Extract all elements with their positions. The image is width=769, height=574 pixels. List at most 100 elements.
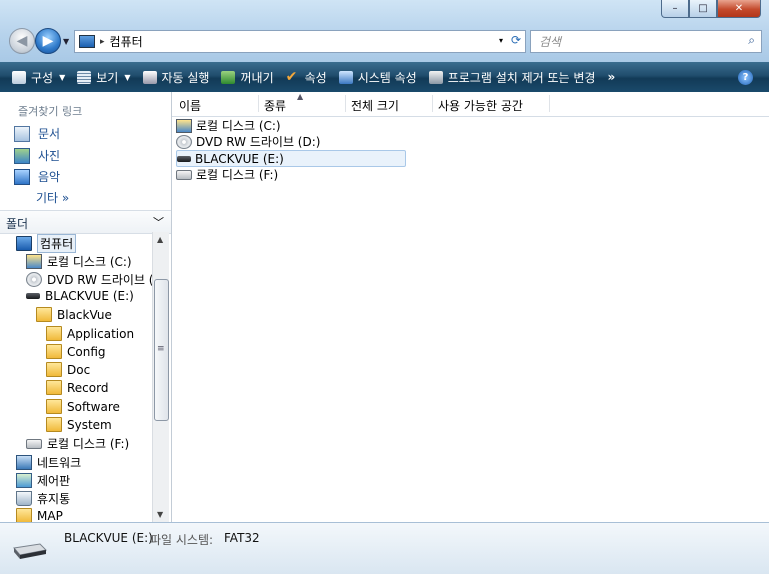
tree-item-control-panel[interactable]: 제어판 xyxy=(16,472,70,489)
folders-header[interactable]: 폴더 ﹀ xyxy=(0,210,171,234)
column-divider[interactable] xyxy=(258,95,259,112)
favorite-music[interactable]: 음악 xyxy=(14,168,60,185)
breadcrumb-computer[interactable]: 컴퓨터 xyxy=(110,33,143,50)
tree-item-computer[interactable]: 컴퓨터 xyxy=(16,234,77,253)
tree-item-config[interactable]: Config xyxy=(46,344,106,359)
tree-item-label: Config xyxy=(67,344,106,359)
history-dropdown-button[interactable]: ▼ xyxy=(63,37,69,46)
tree-item-label: 네트워크 xyxy=(37,456,82,470)
folder-icon xyxy=(16,508,32,522)
column-divider[interactable] xyxy=(549,95,550,112)
views-button[interactable]: 보기 ▼ xyxy=(77,69,131,86)
column-header-type[interactable]: 종류 xyxy=(264,97,286,114)
favorite-documents[interactable]: 문서 xyxy=(14,125,60,142)
tree-item-drive-f[interactable]: 로컬 디스크 (F:) xyxy=(26,435,129,452)
details-filesystem-value: FAT32 xyxy=(224,531,260,545)
favorite-links-title: 즐겨찾기 링크 xyxy=(18,105,83,118)
refresh-icon[interactable]: ⟳ xyxy=(511,33,521,47)
folder-icon xyxy=(46,362,62,377)
back-button[interactable]: ◀ xyxy=(9,28,35,54)
address-bar[interactable]: ▸ 컴퓨터 ▾ ⟳ xyxy=(74,30,526,53)
recycle-bin-icon xyxy=(16,491,32,506)
eject-label: 꺼내기 xyxy=(240,70,274,85)
tree-item-system[interactable]: System xyxy=(46,417,112,432)
tree-item-network[interactable]: 네트워크 xyxy=(16,454,81,471)
music-icon xyxy=(14,168,30,185)
favorite-label: 문서 xyxy=(38,127,61,141)
folder-icon xyxy=(46,417,62,432)
scroll-down-icon[interactable]: ▼ xyxy=(157,510,163,519)
favorite-pictures[interactable]: 사진 xyxy=(14,147,60,164)
magnifier-icon[interactable]: ⌕ xyxy=(748,33,755,48)
computer-icon xyxy=(16,236,32,251)
tree-item-label: BLACKVUE (E:) xyxy=(45,289,134,303)
uninstall-label: 프로그램 설치 제거 또는 변경 xyxy=(447,70,596,85)
column-header-total-size[interactable]: 전체 크기 xyxy=(351,97,399,114)
system-icon xyxy=(338,70,353,84)
tree-item-label: 제어판 xyxy=(37,474,71,488)
list-item-label: DVD RW 드라이브 (D:) xyxy=(196,135,321,149)
scroll-up-icon[interactable]: ▲ xyxy=(157,235,163,244)
search-box[interactable]: 검색 ⌕ xyxy=(530,30,762,53)
autoplay-button[interactable]: 자동 실행 xyxy=(142,69,209,86)
list-item-dvd-drive[interactable]: DVD RW 드라이브 (D:) xyxy=(176,134,320,149)
tree-item-label: Application xyxy=(67,326,135,341)
tree-item-label: 휴지통 xyxy=(37,492,71,506)
favorites-more-link[interactable]: 기타 » xyxy=(36,189,69,206)
column-divider[interactable] xyxy=(432,95,433,112)
tree-item-software[interactable]: Software xyxy=(46,399,120,414)
address-dropdown-button[interactable]: ▾ xyxy=(499,36,503,45)
system-drive-icon xyxy=(26,254,42,269)
tree-item-application[interactable]: Application xyxy=(46,326,134,341)
views-icon xyxy=(77,70,92,84)
breadcrumb-separator[interactable]: ▸ xyxy=(100,37,105,47)
folder-icon xyxy=(46,399,62,414)
tree-item-blackvue-drive[interactable]: BLACKVUE (E:) xyxy=(26,289,134,303)
maximize-button[interactable]: □ xyxy=(689,0,717,18)
sort-ascending-icon: ▲ xyxy=(297,92,304,101)
folder-tree-scrollbar[interactable]: ▲ ≡ ▼ xyxy=(152,232,169,522)
column-divider[interactable] xyxy=(345,95,346,112)
list-item-drive-f[interactable]: 로컬 디스크 (F:) xyxy=(176,167,278,182)
list-item-label: 로컬 디스크 (F:) xyxy=(196,168,279,182)
tree-item-drive-c[interactable]: 로컬 디스크 (C:) xyxy=(26,253,132,270)
uninstall-program-button[interactable]: 프로그램 설치 제거 또는 변경 xyxy=(428,69,596,86)
hard-drive-icon xyxy=(26,438,42,449)
close-button[interactable]: ✕ xyxy=(717,0,761,18)
tree-item-doc[interactable]: Doc xyxy=(46,362,90,377)
tree-item-blackvue-folder[interactable]: BlackVue xyxy=(36,307,112,322)
pictures-icon xyxy=(14,147,30,164)
organize-label: 구성 xyxy=(31,70,54,85)
control-panel-icon xyxy=(16,473,32,488)
dvd-drive-icon xyxy=(176,134,192,149)
dvd-drive-icon xyxy=(26,272,42,287)
tree-item-recycle-bin[interactable]: 휴지통 xyxy=(16,490,70,507)
details-pane: BLACKVUE (E:) 파일 시스템: FAT32 xyxy=(0,522,769,574)
details-filesystem-label: 파일 시스템: xyxy=(150,533,214,547)
system-properties-button[interactable]: 시스템 속성 xyxy=(338,69,417,86)
help-icon[interactable]: ? xyxy=(738,70,753,85)
tree-item-map[interactable]: MAP xyxy=(16,508,63,522)
folder-icon xyxy=(46,344,62,359)
file-list-pane: 이름 종류 ▲ 전체 크기 사용 가능한 공간 로컬 디스크 (C:) DVD … xyxy=(172,92,769,522)
column-header-row: 이름 종류 ▲ 전체 크기 사용 가능한 공간 xyxy=(172,92,769,117)
tree-item-label: 컴퓨터 xyxy=(37,234,77,253)
usb-drive-icon xyxy=(177,155,191,162)
column-header-name[interactable]: 이름 xyxy=(179,97,201,114)
chevron-down-icon: ﹀ xyxy=(153,216,164,229)
column-header-free-space[interactable]: 사용 가능한 공간 xyxy=(438,97,523,114)
minimize-button[interactable]: – xyxy=(661,0,689,18)
list-item-drive-c[interactable]: 로컬 디스크 (C:) xyxy=(176,118,281,133)
list-item-blackvue-drive[interactable]: BLACKVUE (E:) xyxy=(176,150,406,167)
forward-button[interactable]: ▶ xyxy=(35,28,61,54)
properties-button[interactable]: ✔ 속성 xyxy=(286,69,327,86)
tree-item-dvd-drive[interactable]: DVD RW 드라이브 ( xyxy=(26,271,152,288)
tree-item-record[interactable]: Record xyxy=(46,380,108,395)
folder-icon xyxy=(46,326,62,341)
more-commands-button[interactable]: » xyxy=(607,70,615,84)
search-input[interactable]: 검색 xyxy=(539,33,561,50)
tree-item-label: Doc xyxy=(67,362,91,377)
list-item-label: 로컬 디스크 (C:) xyxy=(196,119,281,133)
eject-button[interactable]: 꺼내기 xyxy=(221,69,274,86)
organize-button[interactable]: 구성 ▼ xyxy=(12,69,65,86)
